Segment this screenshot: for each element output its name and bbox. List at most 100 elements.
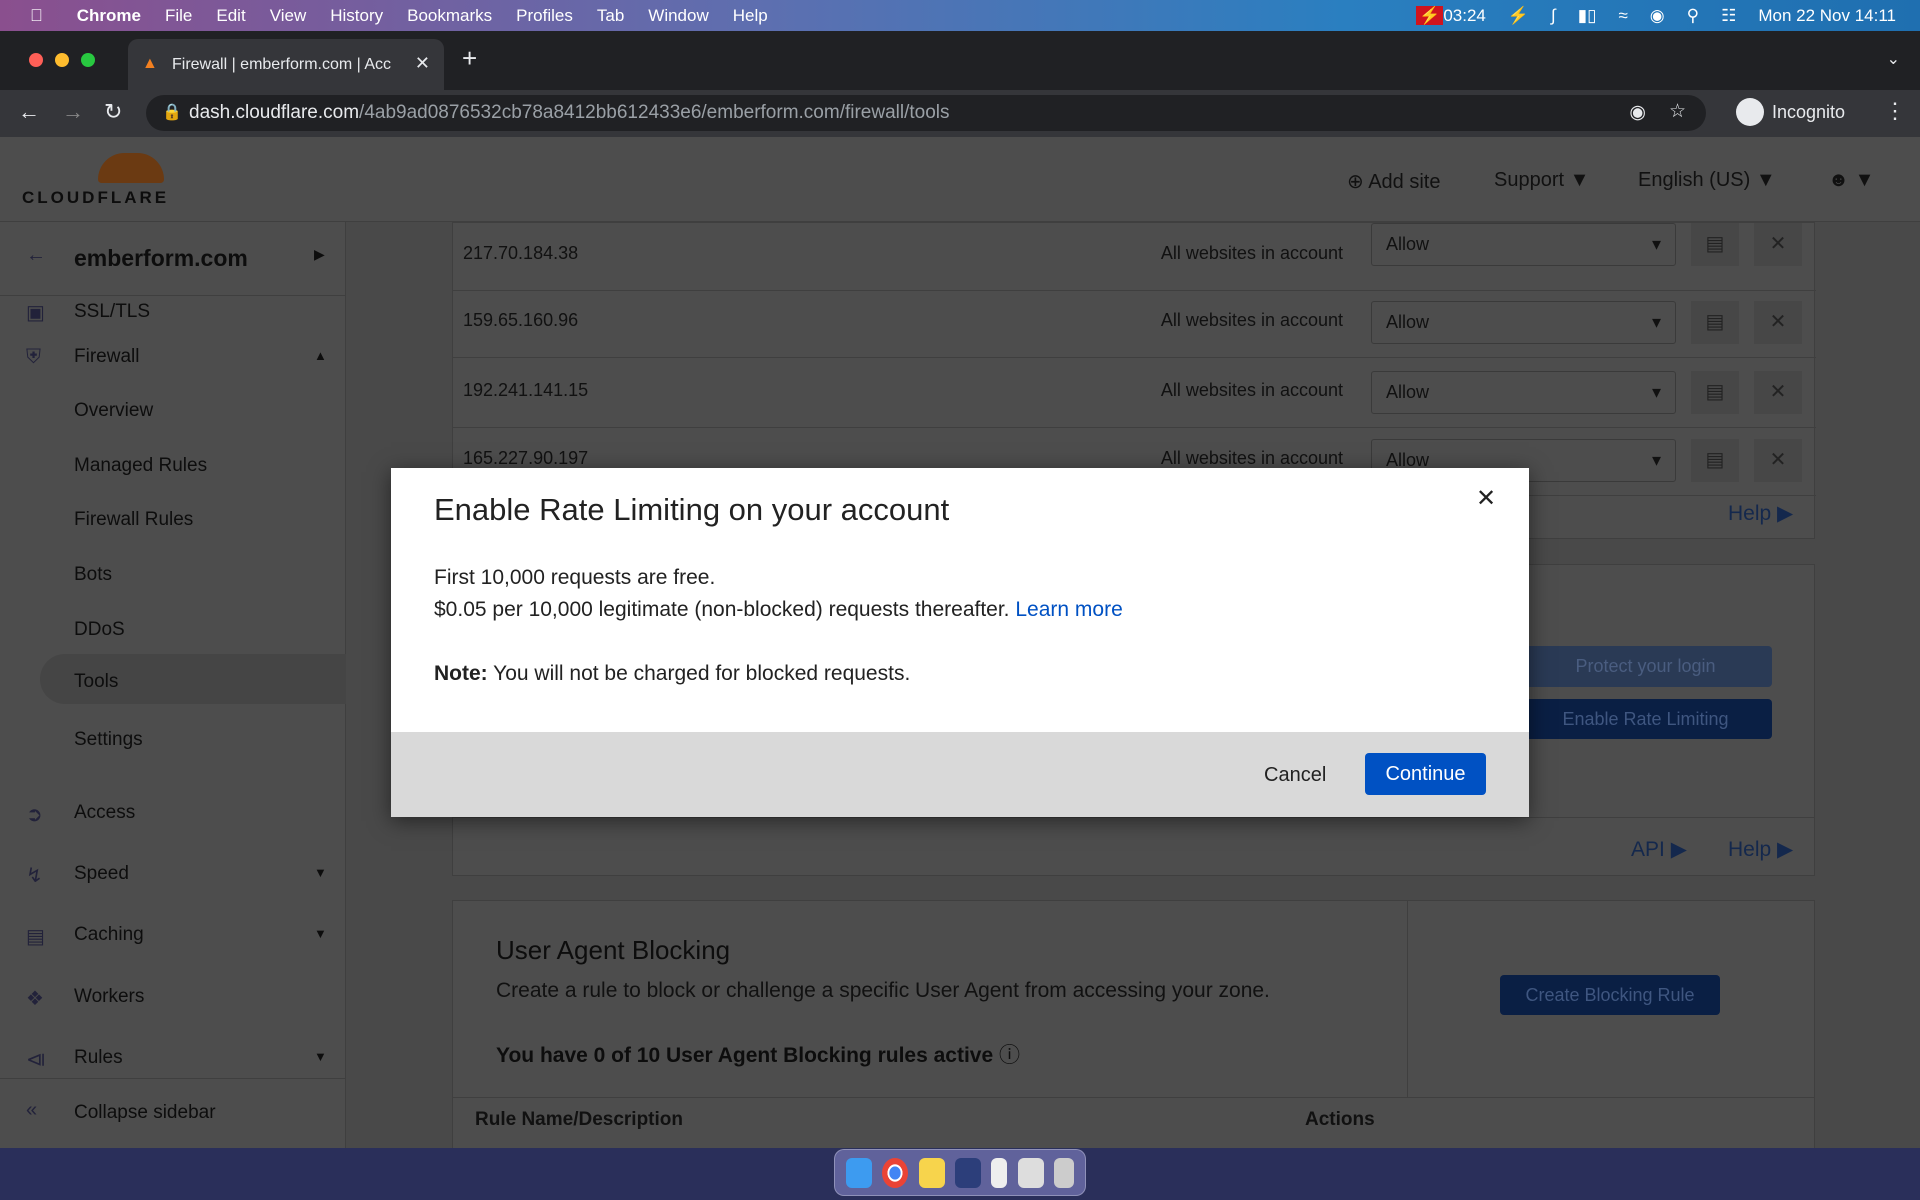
rate-limiting-modal: Enable Rate Limiting on your account ✕ F… [391,468,1529,817]
finder-icon[interactable] [846,1157,873,1188]
sidebar-item-rules[interactable]: ⧏ Rules ▼ [0,1047,346,1077]
user-icon[interactable]: ◉ [1650,6,1665,26]
edit-note-button[interactable]: ▤ [1691,439,1739,482]
timer-status[interactable]: ⚡ 03:24 [1416,5,1486,26]
edit-note-button[interactable]: ▤ [1691,301,1739,344]
create-blocking-rule-button[interactable]: Create Blocking Rule [1500,975,1720,1015]
reeder-icon[interactable] [954,1157,981,1188]
incognito-badge[interactable]: Incognito [1736,98,1845,126]
firewall-label: Firewall [74,346,140,367]
back-arrow-icon[interactable]: ← [26,244,46,267]
macos-menubar:  Chrome File Edit View History Bookmark… [0,0,1920,31]
sidebar-item-ssl[interactable]: ▣ SSL/TLS [0,300,346,324]
cancel-button[interactable]: Cancel [1264,764,1326,787]
sidebar-item-firewall[interactable]: ⛨ Firewall ▲ [0,346,346,376]
logo-text: CLOUDFLARE [22,188,170,207]
support-dropdown[interactable]: Support ▼ [1494,169,1589,192]
menu-edit[interactable]: Edit [216,6,245,26]
sidebar-item-settings[interactable]: Settings [74,729,143,751]
rule-scope: All websites in account [1160,448,1343,468]
delete-button[interactable]: ✕ [1754,301,1802,344]
add-site-button[interactable]: ⊕ Add site [1347,169,1440,194]
delete-button[interactable]: ✕ [1754,371,1802,414]
document-icon[interactable] [991,1157,1008,1188]
lightning-icon[interactable]: ⚡ [1508,6,1529,26]
collapse-sidebar-button[interactable]: « Collapse sidebar [0,1078,346,1148]
action-select[interactable]: Allow ▾ [1371,301,1676,344]
preview-icon[interactable] [1017,1157,1044,1188]
language-dropdown[interactable]: English (US) ▼ [1638,169,1776,192]
sidebar-item-overview[interactable]: Overview [74,400,153,422]
menu-bookmarks[interactable]: Bookmarks [407,6,492,26]
action-select[interactable]: Allow ▾ [1371,371,1676,414]
sidebar-item-firewall-rules[interactable]: Firewall Rules [74,509,193,531]
help-link[interactable]: Help ▶ [1728,501,1793,526]
account-menu[interactable]: ☻ ▼ [1828,169,1874,192]
tab-search-icon[interactable]: ⌄ [1887,49,1900,69]
bookmark-star-icon[interactable]: ☆ [1669,100,1686,123]
edit-note-button[interactable]: ▤ [1691,223,1739,266]
zoom-window-button[interactable] [81,53,95,67]
workers-label: Workers [74,986,145,1007]
eye-off-icon[interactable]: ◉ [1629,101,1646,124]
battery-icon[interactable]: ▮▯ [1578,6,1597,26]
zone-switcher[interactable]: ← emberform.com ▶ [0,222,346,296]
delete-button[interactable]: ✕ [1754,439,1802,482]
caret-down-icon: ▾ [1651,234,1661,254]
pricing-paid-text: $0.05 per 10,000 legitimate (non-blocked… [434,598,1123,622]
sidebar-item-caching[interactable]: ▤ Caching ▼ [0,924,346,954]
learn-more-link[interactable]: Learn more [1015,598,1122,621]
help-link[interactable]: Help ▶ [1728,837,1793,862]
sidebar-item-access[interactable]: ➲ Access [0,802,346,832]
browser-tab[interactable]: ▲ Firewall | emberform.com | Acc ✕ [128,39,444,90]
protect-login-button[interactable]: Protect your login [1519,646,1772,687]
cloudflare-logo[interactable]: CLOUDFLARE [22,151,167,211]
reload-icon[interactable]: ↻ [104,99,122,125]
menu-file[interactable]: File [165,6,192,26]
info-icon[interactable]: ⓘ [999,1044,1020,1067]
back-icon[interactable]: ← [18,99,40,125]
menu-tab[interactable]: Tab [597,6,624,26]
sidebar-item-workers[interactable]: ❖ Workers [0,986,346,1016]
close-window-button[interactable] [29,53,43,67]
enable-rate-limiting-button[interactable]: Enable Rate Limiting [1519,699,1772,739]
forward-icon[interactable]: → [62,99,84,125]
notes-icon[interactable] [918,1157,945,1188]
sidebar-item-speed[interactable]: ↯ Speed ▼ [0,863,346,893]
sidebar-item-ddos[interactable]: DDoS [74,619,125,641]
minimize-window-button[interactable] [55,53,69,67]
chrome-icon[interactable] [882,1157,909,1188]
help-label: Help [1728,502,1772,525]
sidebar-item-tools[interactable]: Tools [40,654,346,704]
delete-button[interactable]: ✕ [1754,223,1802,266]
caret-down-icon: ▼ [1755,169,1776,191]
menu-profiles[interactable]: Profiles [516,6,573,26]
menu-history[interactable]: History [330,6,383,26]
continue-button[interactable]: Continue [1365,753,1486,795]
api-link[interactable]: API ▶ [1631,837,1687,862]
action-select[interactable]: Allow ▾ [1371,223,1676,266]
note-label: Note: [434,662,488,685]
menu-help[interactable]: Help [733,6,768,26]
url-host: dash.cloudflare.com [189,102,360,123]
pricing-paid-line: $0.05 per 10,000 legitimate (non-blocked… [434,598,1010,621]
bluetooth-icon[interactable]: ∫ [1551,6,1556,26]
sidebar-item-managed-rules[interactable]: Managed Rules [74,455,207,477]
clock[interactable]: Mon 22 Nov 14:11 [1758,6,1896,26]
language-label: English (US) [1638,169,1751,191]
close-icon[interactable]: ✕ [1476,484,1496,513]
address-bar[interactable]: 🔒 dash.cloudflare.com/4ab9ad0876532cb78a… [146,95,1706,131]
menu-view[interactable]: View [270,6,307,26]
apple-icon[interactable]:  [30,6,43,26]
more-menu-icon[interactable]: ⋮ [1884,98,1906,124]
sidebar-item-bots[interactable]: Bots [74,564,112,586]
search-icon[interactable]: ⚲ [1687,6,1699,26]
menu-window[interactable]: Window [648,6,708,26]
menu-app-name[interactable]: Chrome [77,6,141,26]
control-center-icon[interactable]: ☷ [1721,6,1736,26]
trash-icon[interactable] [1053,1157,1074,1188]
wifi-icon[interactable]: ≈ [1618,6,1627,26]
close-tab-icon[interactable]: ✕ [415,53,430,74]
new-tab-button[interactable]: + [462,43,477,74]
edit-note-button[interactable]: ▤ [1691,371,1739,414]
